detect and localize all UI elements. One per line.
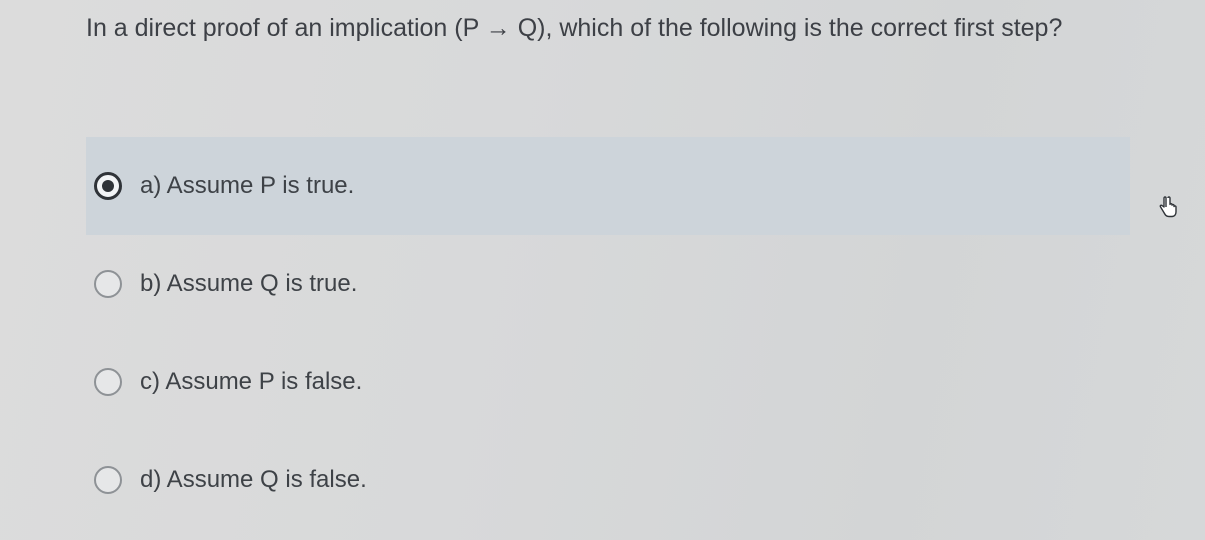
option-b-label: b) Assume Q is true. [140,270,358,297]
radio-button-d[interactable] [94,466,122,494]
option-c[interactable]: c) Assume P is false. [86,333,1130,431]
radio-button-a[interactable] [94,172,122,200]
radio-button-c[interactable] [94,368,122,396]
question-text: In a direct proof of an implication (P →… [86,14,1063,42]
option-d-label: d) Assume Q is false. [140,466,367,493]
option-c-label: c) Assume P is false. [140,368,363,395]
option-a[interactable]: a) Assume P is true. [86,137,1130,235]
option-b[interactable]: b) Assume Q is true. [86,235,1130,333]
radio-button-b[interactable] [94,270,122,298]
answer-options: a) Assume P is true. b) Assume Q is true… [86,137,1130,529]
option-d[interactable]: d) Assume Q is false. [86,431,1130,529]
option-a-label: a) Assume P is true. [140,172,355,199]
hand-pointer-icon [1159,196,1177,218]
